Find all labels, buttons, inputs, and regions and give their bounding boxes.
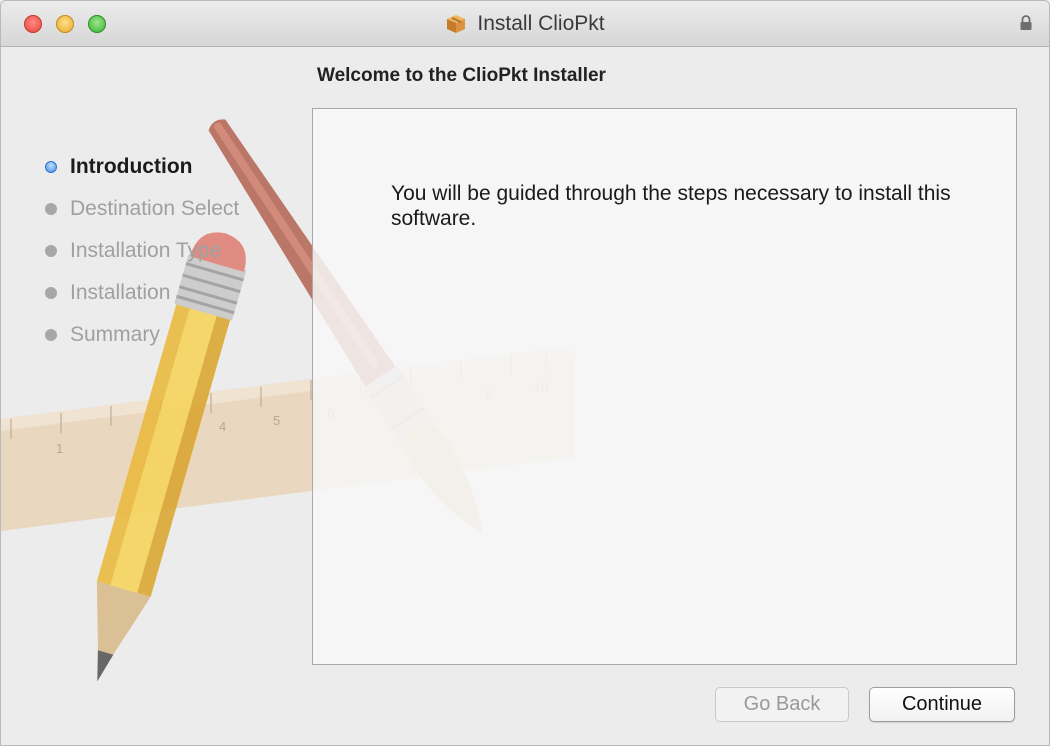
window-title-group: Install ClioPkt bbox=[1, 1, 1049, 47]
step-label: Installation bbox=[70, 281, 171, 304]
step-installation: Installation bbox=[45, 272, 239, 314]
step-summary: Summary bbox=[45, 314, 239, 356]
active-step-indicator bbox=[45, 161, 57, 173]
content-panel: You will be guided through the steps nec… bbox=[312, 108, 1017, 665]
step-indicator bbox=[45, 287, 57, 299]
step-installation-type: Installation Type bbox=[45, 230, 239, 272]
installer-steps: Introduction Destination Select Installa… bbox=[45, 146, 239, 356]
step-label: Introduction bbox=[70, 155, 193, 178]
continue-button[interactable]: Continue bbox=[869, 687, 1015, 722]
step-indicator bbox=[45, 329, 57, 341]
lock-icon[interactable] bbox=[1019, 15, 1033, 31]
window-title: Install ClioPkt bbox=[477, 12, 605, 35]
step-label: Summary bbox=[70, 323, 160, 346]
step-label: Installation Type bbox=[70, 239, 222, 262]
svg-text:1: 1 bbox=[56, 441, 63, 456]
svg-text:4: 4 bbox=[219, 419, 226, 434]
svg-text:5: 5 bbox=[273, 413, 280, 428]
step-indicator bbox=[45, 245, 57, 257]
introduction-text: You will be guided through the steps nec… bbox=[391, 182, 951, 230]
package-icon bbox=[447, 15, 466, 33]
installer-window: Install ClioPkt Welcome to the ClioPkt I… bbox=[0, 0, 1050, 746]
step-destination-select: Destination Select bbox=[45, 188, 239, 230]
title-bar[interactable]: Install ClioPkt bbox=[1, 1, 1049, 47]
step-label: Destination Select bbox=[70, 197, 240, 220]
step-indicator bbox=[45, 203, 57, 215]
go-back-button[interactable]: Go Back bbox=[715, 687, 849, 722]
step-introduction: Introduction bbox=[45, 146, 239, 188]
